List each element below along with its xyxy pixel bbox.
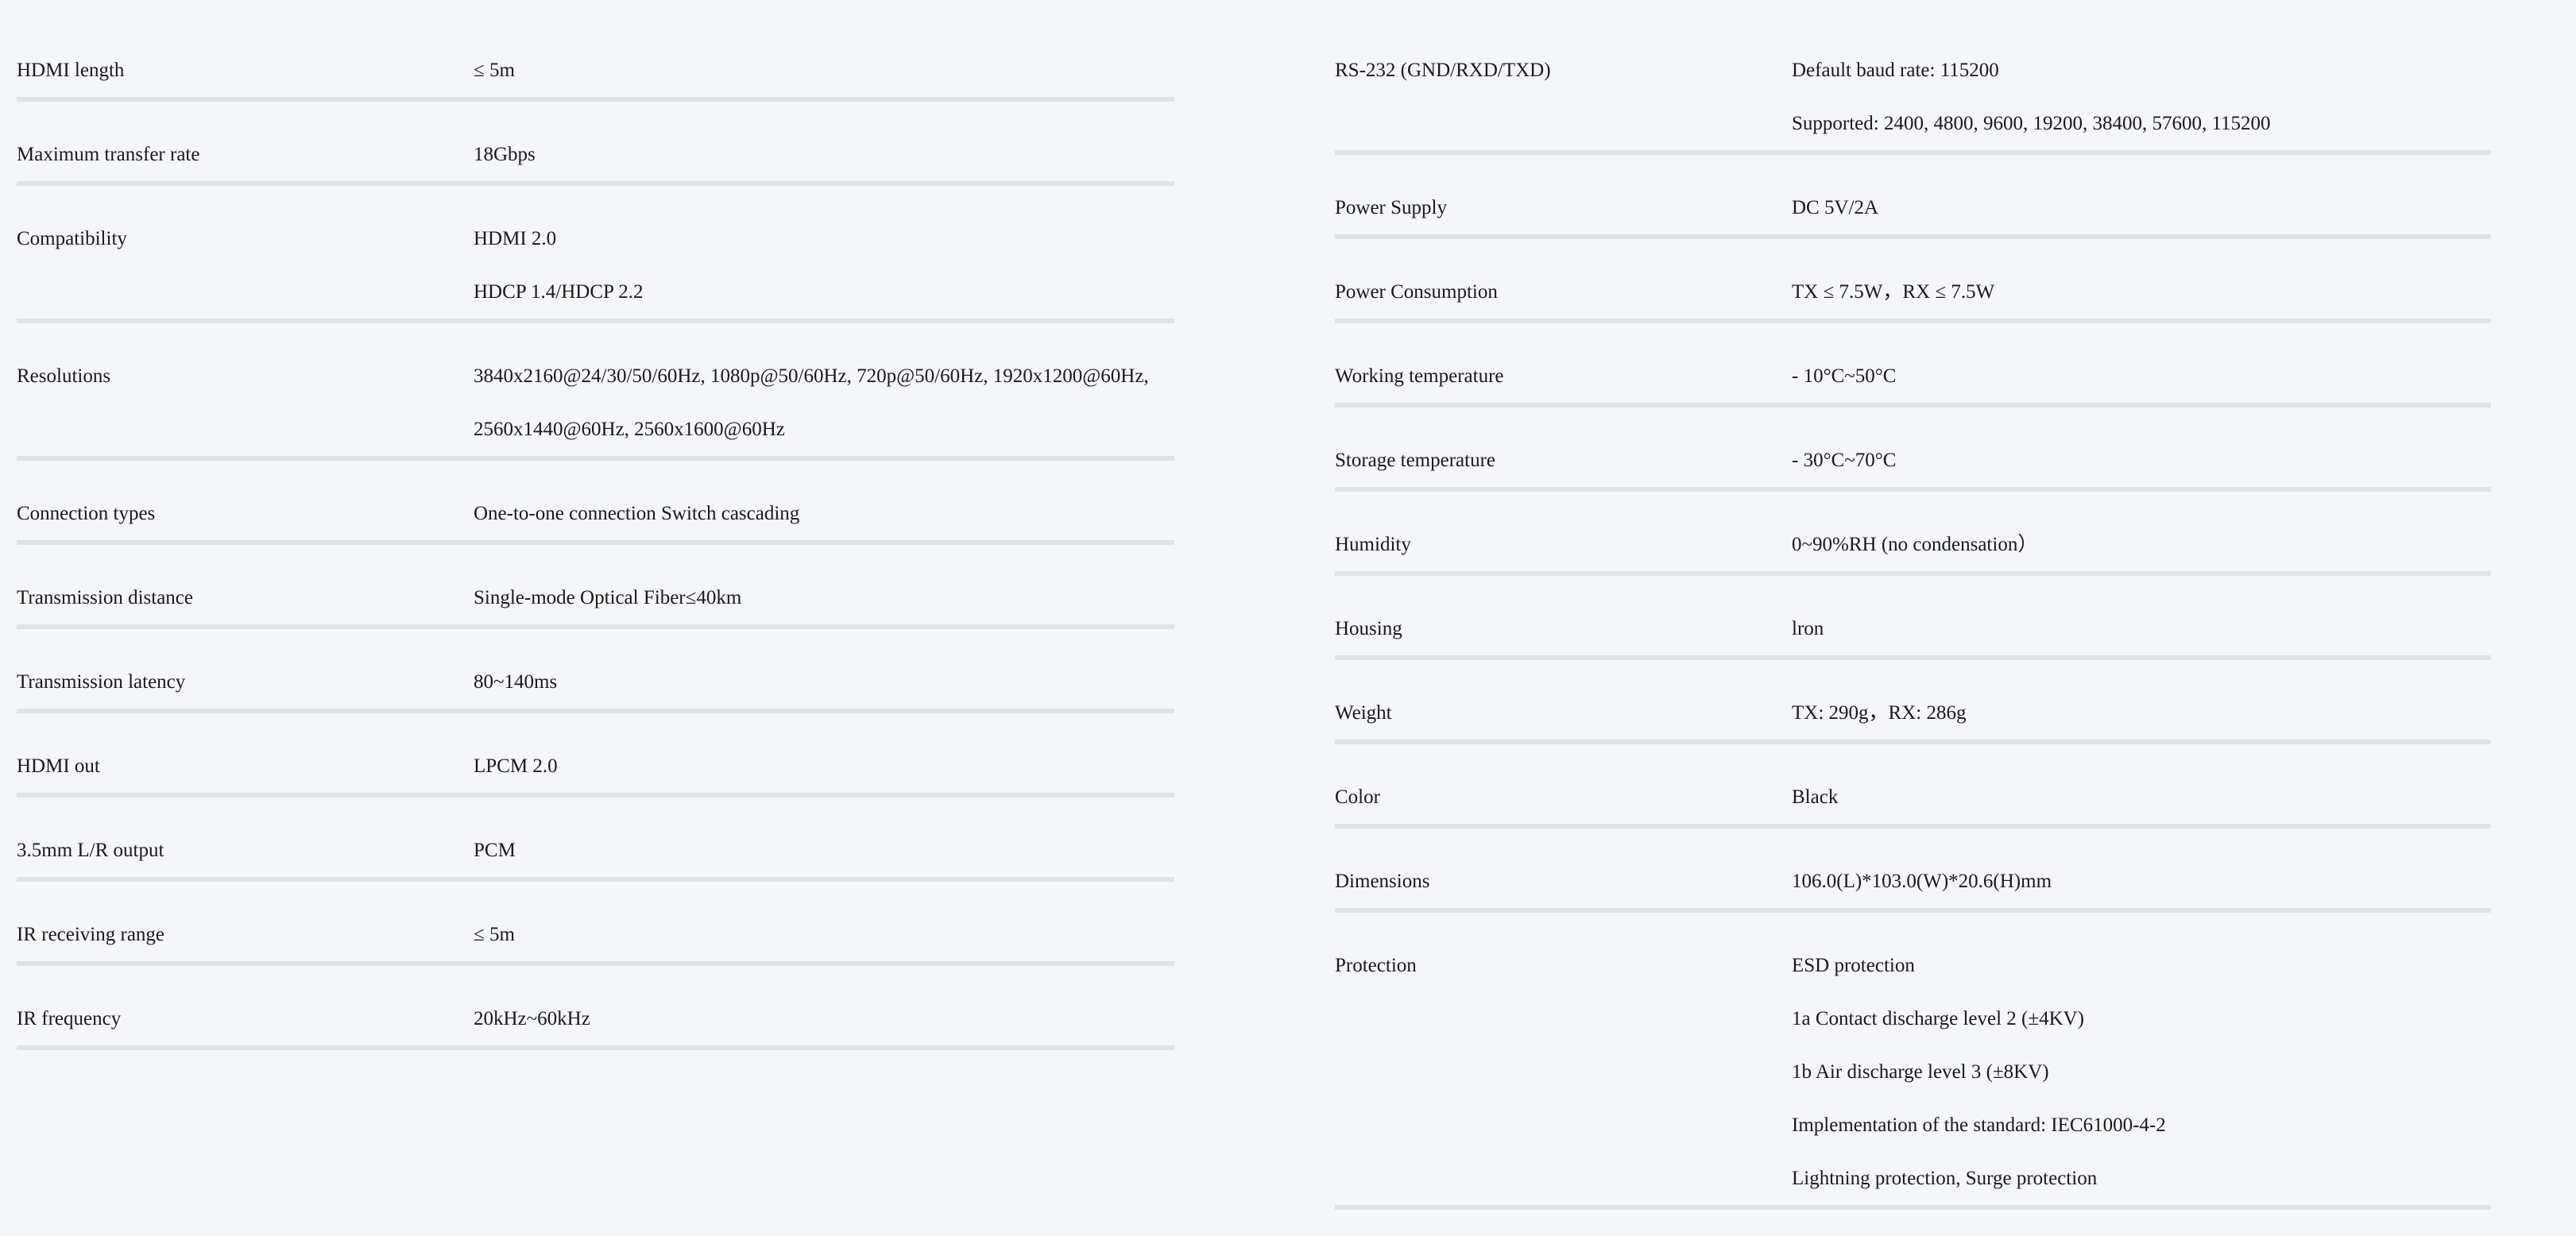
spec-label: Housing <box>1335 618 1402 639</box>
spec-value: PCM <box>474 840 516 861</box>
spec-label: Maximum transfer rate <box>17 144 200 165</box>
spec-value: HDMI 2.0 <box>474 228 557 249</box>
spec-values: HDMI 2.0 HDCP 1.4/HDCP 2.2 <box>474 212 1174 319</box>
spec-row: Dimensions 106.0(L)*103.0(W)*20.6(H)mm <box>1335 855 2491 913</box>
spec-values: - 30°C~70°C <box>1792 434 2491 487</box>
spec-value: Lightning protection, Surge protection <box>1792 1168 2098 1189</box>
spec-row: Working temperature - 10°C~50°C <box>1335 350 2491 407</box>
spec-label: Weight <box>1335 702 1392 724</box>
spec-value: ≤ 5m <box>474 60 515 81</box>
spec-value: ESD protection <box>1792 955 1915 976</box>
spec-values: PCM <box>474 824 1174 877</box>
spec-values: Single-mode Optical Fiber≤40km <box>474 571 1174 624</box>
spec-values: LPCM 2.0 <box>474 740 1174 793</box>
spec-value: LPCM 2.0 <box>474 755 558 777</box>
spec-value: 3840x2160@24/30/50/60Hz, 1080p@50/60Hz, … <box>474 365 1149 387</box>
spec-row: Humidity 0~90%RH (no condensation） <box>1335 518 2491 576</box>
spec-values: Black <box>1792 771 2491 824</box>
spec-row: IR frequency 20kHz~60kHz <box>17 992 1174 1050</box>
spec-values: ESD protection 1a Contact discharge level… <box>1792 939 2491 1205</box>
spec-value: 106.0(L)*103.0(W)*20.6(H)mm <box>1792 871 2052 892</box>
spec-label: Transmission latency <box>17 671 186 693</box>
spec-label: RS-232 (GND/RXD/TXD) <box>1335 60 1551 81</box>
spec-values: 106.0(L)*103.0(W)*20.6(H)mm <box>1792 855 2491 908</box>
spec-label: Storage temperature <box>1335 450 1495 471</box>
spec-value: TX: 290g，RX: 286g <box>1792 702 1967 724</box>
spec-value: Single-mode Optical Fiber≤40km <box>474 587 742 608</box>
spec-row: Weight TX: 290g，RX: 286g <box>1335 686 2491 744</box>
spec-value: - 10°C~50°C <box>1792 365 1897 387</box>
spec-label: Power Supply <box>1335 197 1447 218</box>
spec-values: 80~140ms <box>474 655 1174 709</box>
spec-value: DC 5V/2A <box>1792 197 1879 218</box>
spec-value: Supported: 2400, 4800, 9600, 19200, 3840… <box>1792 113 2271 134</box>
spec-value: 18Gbps <box>474 144 536 165</box>
spec-value: TX ≤ 7.5W，RX ≤ 7.5W <box>1792 281 1995 303</box>
spec-row: Power Supply DC 5V/2A <box>1335 181 2491 239</box>
spec-row: HDMI out LPCM 2.0 <box>17 740 1174 798</box>
spec-value: Implementation of the standard: IEC61000… <box>1792 1114 2166 1136</box>
spec-row: Transmission latency 80~140ms <box>17 655 1174 713</box>
spec-value: HDCP 1.4/HDCP 2.2 <box>474 281 644 303</box>
spec-value: 1b Air discharge level 3 (±8KV) <box>1792 1061 2049 1083</box>
spec-label: Power Consumption <box>1335 281 1498 303</box>
spec-row: Housing lron <box>1335 602 2491 660</box>
spec-row: Power Consumption TX ≤ 7.5W，RX ≤ 7.5W <box>1335 265 2491 323</box>
spec-values: - 10°C~50°C <box>1792 350 2491 403</box>
spec-label: Compatibility <box>17 228 127 249</box>
spec-label: Color <box>1335 786 1380 808</box>
spec-table-left: HDMI length ≤ 5m Maximum transfer rate 18Gb… <box>17 44 1174 1076</box>
spec-values: TX: 290g，RX: 286g <box>1792 686 2491 740</box>
spec-value: 2560x1440@60Hz, 2560x1600@60Hz <box>474 419 785 440</box>
spec-label: Transmission distance <box>17 587 193 608</box>
spec-label: Humidity <box>1335 534 1411 555</box>
spec-row: Protection ESD protection 1a Contact disch… <box>1335 939 2491 1210</box>
spec-label: Working temperature <box>1335 365 1504 387</box>
spec-label: Protection <box>1335 955 1417 976</box>
spec-label: Connection types <box>17 503 156 524</box>
spec-value: lron <box>1792 618 1824 639</box>
spec-row: IR receiving range ≤ 5m <box>17 908 1174 966</box>
spec-value: 20kHz~60kHz <box>474 1008 590 1029</box>
spec-row: HDMI length ≤ 5m <box>17 44 1174 102</box>
spec-values: Default baud rate: 115200 Supported: 2400… <box>1792 44 2491 150</box>
spec-label: HDMI length <box>17 60 125 81</box>
spec-row: Transmission distance Single-mode Optical… <box>17 571 1174 629</box>
spec-label: Dimensions <box>1335 871 1430 892</box>
spec-values: One-to-one connection Switch cascading <box>474 487 1174 540</box>
spec-row: 3.5mm L/R output PCM <box>17 824 1174 882</box>
spec-label: Resolutions <box>17 365 111 387</box>
spec-label: HDMI out <box>17 755 100 777</box>
spec-values: TX ≤ 7.5W，RX ≤ 7.5W <box>1792 265 2491 319</box>
spec-value: 0~90%RH (no condensation） <box>1792 534 2038 555</box>
spec-label: IR receiving range <box>17 924 165 945</box>
spec-row: Storage temperature - 30°C~70°C <box>1335 434 2491 492</box>
spec-row: Compatibility HDMI 2.0 HDCP 1.4/HDCP 2.2 <box>17 212 1174 323</box>
spec-value: Black <box>1792 786 1839 808</box>
spec-values: ≤ 5m <box>474 44 1174 97</box>
spec-value: 80~140ms <box>474 671 558 693</box>
spec-values: ≤ 5m <box>474 908 1174 961</box>
spec-values: 0~90%RH (no condensation） <box>1792 518 2491 571</box>
spec-value: ≤ 5m <box>474 924 515 945</box>
spec-row: Resolutions 3840x2160@24/30/50/60Hz, 1080… <box>17 350 1174 461</box>
spec-row: Color Black <box>1335 771 2491 829</box>
spec-row: Maximum transfer rate 18Gbps <box>17 128 1174 186</box>
spec-value: 1a Contact discharge level 2 (±4KV) <box>1792 1008 2085 1029</box>
spec-row: Connection types One-to-one connection Sw… <box>17 487 1174 545</box>
spec-row: RS-232 (GND/RXD/TXD) Default baud rate: 1… <box>1335 44 2491 155</box>
spec-label: IR frequency <box>17 1008 122 1029</box>
spec-value: Default baud rate: 115200 <box>1792 60 1999 81</box>
spec-values: 20kHz~60kHz <box>474 992 1174 1045</box>
spec-label: 3.5mm L/R output <box>17 840 164 861</box>
spec-value: - 30°C~70°C <box>1792 450 1897 471</box>
spec-values: lron <box>1792 602 2491 655</box>
spec-values: 3840x2160@24/30/50/60Hz, 1080p@50/60Hz, … <box>474 350 1174 456</box>
spec-value: One-to-one connection Switch cascading <box>474 503 800 524</box>
spec-values: DC 5V/2A <box>1792 181 2491 234</box>
spec-values: 18Gbps <box>474 128 1174 181</box>
spec-table-right: RS-232 (GND/RXD/TXD) Default baud rate: 1… <box>1335 44 2491 1236</box>
